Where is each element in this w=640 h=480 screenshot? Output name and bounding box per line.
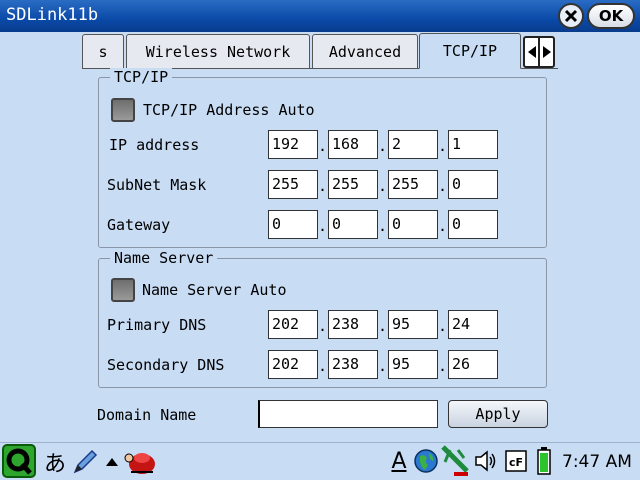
wireless-icon xyxy=(441,445,469,476)
speaker-icon xyxy=(475,450,496,472)
secondary-dns-label: Secondary DNS xyxy=(107,356,225,374)
secondary-dns-octet-3-input[interactable]: 95 xyxy=(388,350,438,379)
svg-text:cF: cF xyxy=(509,456,523,469)
name-server-legend: Name Server xyxy=(110,249,218,267)
tcpip-legend: TCP/IP xyxy=(110,68,173,86)
separator-dot: . xyxy=(378,137,388,155)
tab-scroll-left-button[interactable] xyxy=(525,38,540,66)
name-server-auto-checkbox[interactable] xyxy=(111,278,135,302)
handwriting-button[interactable] xyxy=(70,446,100,476)
cf-card-icon: cF xyxy=(505,450,527,472)
mask-octet-3-input[interactable]: 255 xyxy=(388,170,438,199)
tab-scroll-arrows xyxy=(523,36,555,68)
close-button[interactable] xyxy=(558,3,584,29)
separator-dot: . xyxy=(378,357,388,375)
separator-dot: . xyxy=(438,317,448,335)
primary-dns-label: Primary DNS xyxy=(107,316,207,334)
gateway-octet-1-input[interactable]: 0 xyxy=(268,210,318,239)
secondary-dns-octet-1-input[interactable]: 202 xyxy=(268,350,318,379)
primary-dns-octet-4-input[interactable]: 24 xyxy=(448,310,498,339)
title-bar: SDLink11b OK xyxy=(0,0,640,32)
window-title: SDLink11b xyxy=(6,5,99,25)
triangle-right-icon xyxy=(542,46,551,58)
input-mode-indicator[interactable]: A xyxy=(386,446,412,476)
domain-name-input[interactable] xyxy=(258,400,438,428)
separator-dot: . xyxy=(378,177,388,195)
gateway-octet-3-input[interactable]: 0 xyxy=(388,210,438,239)
separator-dot: . xyxy=(318,217,328,235)
tab-tcpip[interactable]: TCP/IP xyxy=(419,33,521,69)
gateway-label: Gateway xyxy=(107,216,171,234)
tab-hidden[interactable]: s xyxy=(82,34,124,68)
tab-label: TCP/IP xyxy=(442,42,498,60)
tab-label: s xyxy=(98,42,108,61)
tcpip-auto-checkbox[interactable] xyxy=(111,98,135,122)
separator-dot: . xyxy=(318,137,328,155)
clock[interactable]: 7:47 AM xyxy=(562,452,632,472)
battery-status[interactable] xyxy=(536,446,552,476)
separator-dot: . xyxy=(438,217,448,235)
network-button[interactable] xyxy=(412,446,440,476)
separator-dot: . xyxy=(318,177,328,195)
wireless-status[interactable] xyxy=(440,444,470,478)
secondary-dns-octet-2-input[interactable]: 238 xyxy=(328,350,378,379)
mascot-icon xyxy=(124,453,155,474)
close-icon xyxy=(564,9,578,23)
separator-dot: . xyxy=(438,357,448,375)
battery-icon xyxy=(537,447,551,475)
gateway-octet-2-input[interactable]: 0 xyxy=(328,210,378,239)
ip-octet-1-input[interactable]: 192 xyxy=(268,130,318,159)
ip-octet-3-input[interactable]: 2 xyxy=(388,130,438,159)
apply-button[interactable]: Apply xyxy=(448,400,548,428)
name-server-auto-label: Name Server Auto xyxy=(142,281,287,299)
start-button[interactable] xyxy=(2,444,36,478)
ok-button[interactable]: OK xyxy=(587,3,635,29)
tab-wireless-network[interactable]: Wireless Network xyxy=(126,34,310,68)
pen-icon xyxy=(73,449,98,474)
ime-indicator[interactable]: あ xyxy=(42,449,68,477)
separator-dot: . xyxy=(318,317,328,335)
tab-label: Wireless Network xyxy=(145,42,291,61)
triangle-up-icon xyxy=(106,458,118,466)
separator-dot: . xyxy=(318,357,328,375)
secondary-dns-octet-4-input[interactable]: 26 xyxy=(448,350,498,379)
ip-address-label: IP address xyxy=(109,136,200,154)
tab-advanced[interactable]: Advanced xyxy=(312,34,418,68)
tcpip-auto-label: TCP/IP Address Auto xyxy=(143,101,315,119)
ip-octet-4-input[interactable]: 1 xyxy=(448,130,498,159)
primary-dns-octet-3-input[interactable]: 95 xyxy=(388,310,438,339)
mask-octet-2-input[interactable]: 255 xyxy=(328,170,378,199)
separator-dot: . xyxy=(438,177,448,195)
separator-dot: . xyxy=(378,217,388,235)
ip-octet-2-input[interactable]: 168 xyxy=(328,130,378,159)
separator-dot: . xyxy=(438,137,448,155)
primary-dns-octet-2-input[interactable]: 238 xyxy=(328,310,378,339)
triangle-left-icon xyxy=(527,46,536,58)
globe-icon xyxy=(414,449,438,473)
qtopia-logo-icon xyxy=(2,444,36,478)
primary-dns-octet-1-input[interactable]: 202 xyxy=(268,310,318,339)
mask-octet-1-input[interactable]: 255 xyxy=(268,170,318,199)
gateway-octet-4-input[interactable]: 0 xyxy=(448,210,498,239)
tab-label: Advanced xyxy=(328,42,402,61)
subnet-mask-label: SubNet Mask xyxy=(107,176,207,194)
tab-scroll-right-button[interactable] xyxy=(540,38,553,66)
domain-name-label: Domain Name xyxy=(97,406,197,424)
mask-octet-4-input[interactable]: 0 xyxy=(448,170,498,199)
keyboard-toggle[interactable] xyxy=(104,456,120,468)
separator-dot: . xyxy=(378,317,388,335)
volume-button[interactable] xyxy=(472,446,500,476)
cf-card-status[interactable]: cF xyxy=(503,448,529,474)
app-launcher-button[interactable] xyxy=(122,446,158,478)
